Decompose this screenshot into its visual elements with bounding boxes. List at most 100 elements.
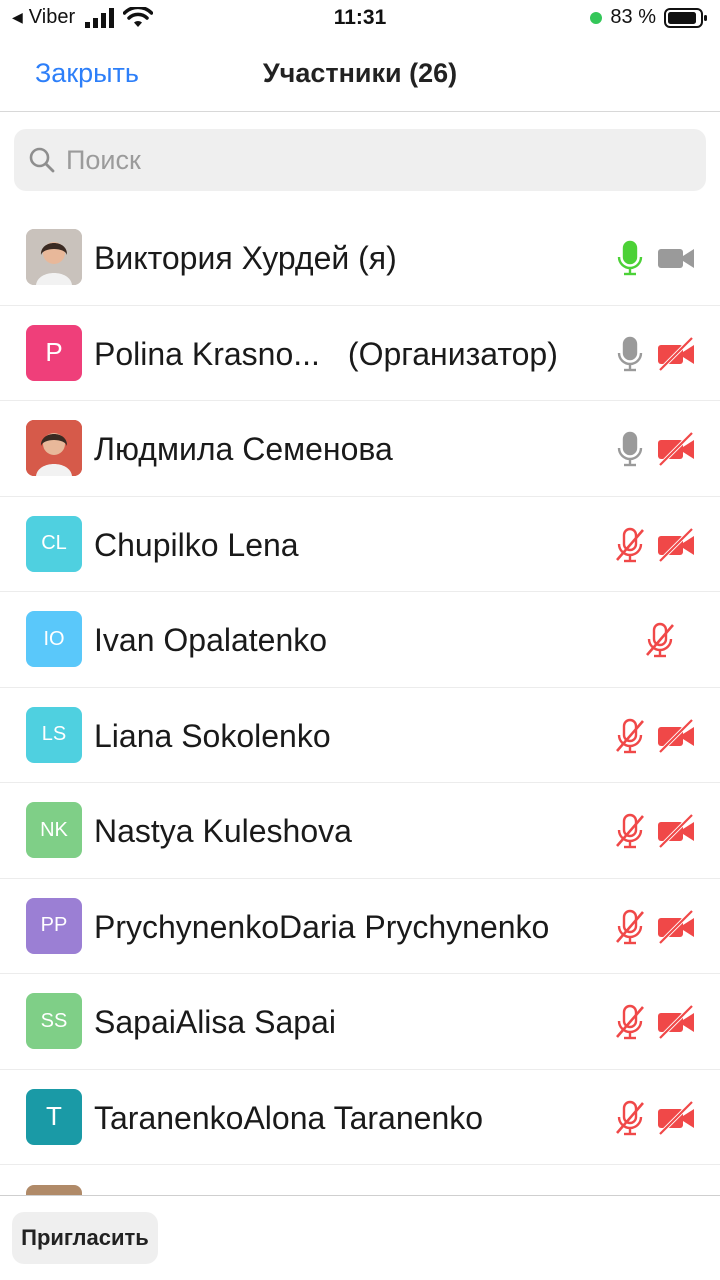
photo-avatar-icon — [26, 420, 82, 476]
participant-name-wrap: Виктория Хурдей (я) — [94, 240, 397, 277]
status-bar: ◀ Viber 11:31 83 % — [0, 0, 720, 40]
participant-name: Ivan Opalatenko — [94, 622, 328, 658]
battery-percent: 83 % — [610, 6, 656, 28]
participant-name-wrap: Nastya Kuleshova — [94, 813, 352, 850]
camera-off-icon[interactable] — [656, 907, 696, 947]
participant-name: Chupilko Lena — [94, 526, 299, 563]
participant-name: Nastya Kuleshova — [94, 813, 352, 849]
avatar-initials: SS — [40, 1009, 68, 1032]
avatar: T — [26, 1088, 82, 1145]
photo-avatar-icon — [26, 229, 82, 285]
camera-status[interactable] — [656, 429, 696, 469]
participant-name: Liana Sokolenko — [94, 717, 331, 754]
mic-status[interactable] — [610, 238, 650, 278]
mic-status[interactable] — [610, 811, 650, 851]
participant-name: Виктория Хурдей (я) — [94, 240, 397, 276]
search-icon — [29, 147, 55, 173]
avatar-initials: T — [46, 1101, 62, 1131]
avatar: PP — [26, 897, 82, 954]
nav-bar: Закрыть Участники (26) — [0, 40, 720, 112]
participant-name-wrap: Liana Sokolenko — [94, 718, 331, 755]
mic-muted-icon[interactable] — [640, 620, 680, 660]
participant-name: SapaiAlisa Sapai — [94, 1004, 336, 1040]
avatar: NK — [26, 802, 82, 858]
mic-muted-icon[interactable] — [610, 716, 650, 756]
participant-name-wrap: Ivan Opalatenko — [94, 622, 327, 659]
avatar-initials: CL — [41, 532, 67, 554]
participant-row[interactable]: Виктория Хурдей (я) — [0, 210, 720, 306]
camera-off-icon[interactable] — [656, 1098, 696, 1138]
participant-name-wrap: PrychynenkoDaria Prychynenko — [94, 909, 549, 946]
camera-off-icon[interactable] — [656, 811, 696, 851]
participant-row[interactable]: Людмила Семенова — [0, 401, 720, 497]
battery-icon — [664, 7, 707, 28]
participant-row[interactable]: PP PrychynenkoDaria Prychynenko — [0, 879, 720, 974]
camera-status[interactable] — [656, 334, 696, 374]
camera-status[interactable] — [656, 238, 696, 278]
mic-muted-icon[interactable] — [610, 1098, 650, 1138]
search-input[interactable] — [66, 144, 666, 176]
participant-row[interactable]: IO Ivan Opalatenko — [0, 592, 720, 688]
mic-status[interactable] — [610, 907, 650, 947]
mic-muted-icon[interactable] — [610, 907, 650, 947]
participant-name: Polina Krasno... — [94, 335, 320, 372]
avatar-initials: P — [45, 337, 63, 367]
participant-row[interactable]: CL Chupilko Lena — [0, 497, 720, 592]
search-bar[interactable] — [14, 129, 706, 191]
mic-muted-icon[interactable] — [610, 1002, 650, 1042]
participant-name: PrychynenkoDaria Prychynenko — [94, 908, 550, 945]
camera-off-icon[interactable] — [656, 429, 696, 469]
camera-off-icon[interactable] — [656, 334, 696, 374]
participant-name-wrap: TaranenkoAlona Taranenko — [94, 1100, 483, 1137]
bottom-bar: Пригласить — [0, 1195, 720, 1280]
participant-row[interactable]: P Polina Krasno... (Организатор) — [0, 306, 720, 401]
mic-muted-icon[interactable] — [610, 525, 650, 565]
mic-status[interactable] — [640, 620, 680, 660]
mic-muted-icon[interactable] — [610, 811, 650, 851]
participant-name-wrap: Людмила Семенова — [94, 431, 393, 468]
avatar: SS — [26, 993, 82, 1049]
participant-name-wrap: Chupilko Lena — [94, 527, 299, 564]
mic-status[interactable] — [610, 1098, 650, 1138]
mic-status[interactable] — [610, 525, 650, 565]
camera-status[interactable] — [656, 716, 696, 756]
avatar-initials: IO — [43, 627, 65, 650]
mic-active-icon[interactable] — [610, 238, 650, 278]
mic-status[interactable] — [610, 334, 650, 374]
camera-off-icon[interactable] — [656, 525, 696, 565]
camera-status[interactable] — [656, 1098, 696, 1138]
invite-button[interactable]: Пригласить — [12, 1212, 158, 1264]
participant-list: Виктория Хурдей (я) P Polina Krasno... (Ор… — [0, 210, 720, 1165]
participant-name: Людмила Семенова — [94, 431, 393, 467]
participant-name-wrap: Polina Krasno... (Организатор) — [94, 336, 558, 373]
camera-status[interactable] — [656, 907, 696, 947]
avatar: P — [26, 324, 82, 381]
participant-row[interactable]: SS SapaiAlisa Sapai — [0, 974, 720, 1070]
mic-icon[interactable] — [610, 334, 650, 374]
close-button[interactable]: Закрыть — [35, 58, 139, 89]
participant-name-wrap: SapaiAlisa Sapai — [94, 1004, 336, 1041]
mic-status[interactable] — [610, 1002, 650, 1042]
camera-status[interactable] — [656, 1002, 696, 1042]
participant-row[interactable]: T TaranenkoAlona Taranenko — [0, 1070, 720, 1165]
camera-off-icon[interactable] — [656, 716, 696, 756]
mic-status[interactable] — [610, 429, 650, 469]
participant-row[interactable]: NK Nastya Kuleshova — [0, 783, 720, 879]
mic-in-use-indicator — [590, 11, 603, 24]
avatar: CL — [26, 515, 82, 572]
mic-status[interactable] — [610, 716, 650, 756]
avatar — [26, 420, 82, 476]
status-right: 83 % — [590, 6, 708, 29]
camera-off-icon[interactable] — [656, 1002, 696, 1042]
mic-icon[interactable] — [610, 429, 650, 469]
camera-status[interactable] — [656, 811, 696, 851]
camera-icon[interactable] — [656, 238, 696, 278]
avatar: IO — [26, 611, 82, 667]
participant-row[interactable]: LS Liana Sokolenko — [0, 688, 720, 783]
avatar-initials: LS — [41, 723, 67, 745]
participant-role: (Организатор) — [347, 335, 558, 372]
participant-name: TaranenkoAlona Taranenko — [94, 1099, 484, 1136]
avatar — [26, 229, 82, 285]
avatar-initials: NK — [40, 818, 68, 841]
camera-status[interactable] — [656, 525, 696, 565]
